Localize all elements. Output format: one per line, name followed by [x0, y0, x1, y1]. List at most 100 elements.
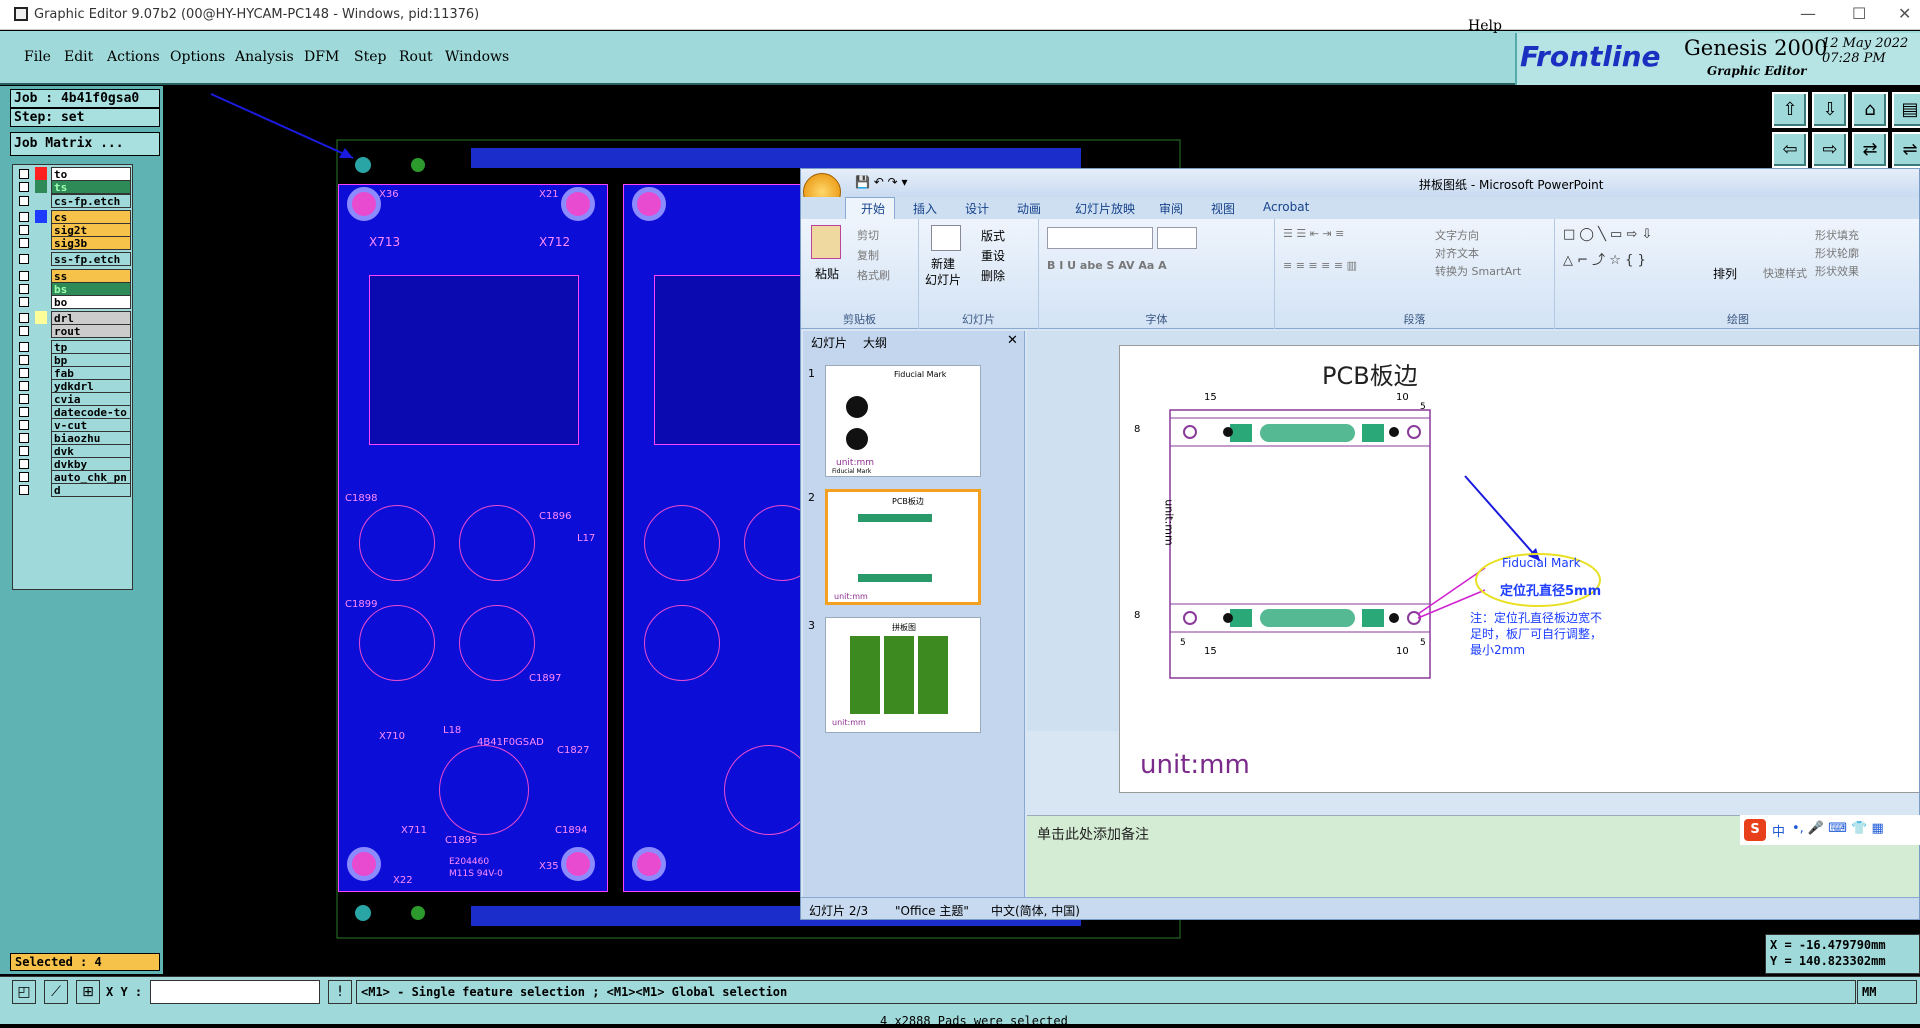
- pcb-panel-left[interactable]: X36 X21 X713 X712 C1898 C1896 C1899 C189…: [338, 184, 608, 892]
- maximize-button[interactable]: ☐: [1852, 4, 1866, 23]
- align-text-button[interactable]: 对齐文本: [1435, 245, 1479, 261]
- shapes-gallery-icon-2[interactable]: △ ⌐ ⤴ ☆ { }: [1563, 249, 1646, 268]
- layer-checkbox[interactable]: [19, 420, 29, 430]
- tab-slideshow[interactable]: 幻灯片放映: [1075, 200, 1135, 217]
- layer-row-datecode-to[interactable]: datecode-to: [15, 405, 133, 419]
- layer-name[interactable]: biaozhu: [51, 431, 131, 445]
- delete-button[interactable]: 删除: [981, 267, 1005, 284]
- layer-color-swatch[interactable]: [35, 223, 47, 236]
- layer-color-swatch[interactable]: [35, 252, 47, 265]
- tab-slides[interactable]: 幻灯片: [811, 334, 847, 351]
- layer-name[interactable]: sig3b: [51, 236, 131, 250]
- menu-step[interactable]: Step: [354, 49, 386, 65]
- reset-button[interactable]: 重设: [981, 247, 1005, 264]
- layer-row-ss-fp-etch[interactable]: ss-fp.etch: [15, 252, 133, 266]
- menu-help[interactable]: Help: [1468, 18, 1502, 34]
- layer-checkbox[interactable]: [19, 284, 29, 294]
- layer-row-rout[interactable]: rout: [15, 324, 133, 338]
- font-size-select[interactable]: [1157, 227, 1197, 249]
- layer-checkbox[interactable]: [19, 212, 29, 222]
- slide-thumb-1[interactable]: Fiducial Mark unit:mm Fiducial Mark: [825, 365, 981, 477]
- layer-row-ts[interactable]: ts: [15, 180, 133, 194]
- layer-row-bs[interactable]: bs: [15, 282, 133, 296]
- grid-tool-icon[interactable]: ⊞: [76, 980, 100, 1004]
- layer-color-swatch[interactable]: [35, 366, 47, 379]
- layer-checkbox[interactable]: [19, 297, 29, 307]
- layer-name[interactable]: fab: [51, 366, 131, 380]
- layer-checkbox[interactable]: [19, 368, 29, 378]
- layer-row-auto-chk-pn[interactable]: auto_chk_pn: [15, 470, 133, 484]
- shapes-gallery-icon[interactable]: □ ◯ ╲ ▭ ⇨ ⇩: [1563, 227, 1652, 242]
- layout-button[interactable]: 版式: [981, 227, 1005, 244]
- slide-thumb-3[interactable]: 拼板图 unit:mm: [825, 617, 981, 733]
- menu-analysis[interactable]: Analysis: [235, 49, 294, 65]
- ime-tools-icon[interactable]: •, 🎤 ⌨ 👕 ▦: [1792, 821, 1884, 836]
- layer-row-dvk[interactable]: dvk: [15, 444, 133, 458]
- layer-row-ydkdrl[interactable]: ydkdrl: [15, 379, 133, 393]
- layer-color-swatch[interactable]: [35, 418, 47, 431]
- layer-row-d[interactable]: d: [15, 483, 133, 497]
- ime-toolbar[interactable]: S 中 •, 🎤 ⌨ 👕 ▦: [1740, 815, 1920, 845]
- sogou-icon[interactable]: S: [1744, 819, 1766, 841]
- tab-view[interactable]: 视图: [1211, 200, 1235, 217]
- format-painter-button[interactable]: 格式刷: [857, 267, 890, 283]
- menu-windows[interactable]: Windows: [445, 49, 509, 65]
- layer-checkbox[interactable]: [19, 254, 29, 264]
- layer-checkbox[interactable]: [19, 182, 29, 192]
- layer-color-swatch[interactable]: [35, 269, 47, 282]
- layer-checkbox[interactable]: [19, 355, 29, 365]
- layer-checkbox[interactable]: [19, 169, 29, 179]
- layer-checkbox[interactable]: [19, 271, 29, 281]
- layer-color-swatch[interactable]: [35, 324, 47, 337]
- close-button[interactable]: ✕: [1898, 4, 1911, 23]
- layer-checkbox[interactable]: [19, 394, 29, 404]
- layer-row-tp[interactable]: tp: [15, 340, 133, 354]
- menu-edit[interactable]: Edit: [64, 49, 93, 65]
- layer-name[interactable]: dvk: [51, 444, 131, 458]
- layer-color-swatch[interactable]: [35, 180, 47, 193]
- menu-dfm[interactable]: DFM: [304, 49, 339, 65]
- info-button[interactable]: !: [328, 980, 352, 1004]
- layer-color-swatch[interactable]: [35, 167, 47, 180]
- layer-row-v-cut[interactable]: v-cut: [15, 418, 133, 432]
- layer-name[interactable]: ts: [51, 180, 131, 194]
- layer-row-fab[interactable]: fab: [15, 366, 133, 380]
- menu-rout[interactable]: Rout: [399, 49, 433, 65]
- paste-button[interactable]: 粘贴: [815, 265, 839, 282]
- tool-left-icon[interactable]: ⇦: [1772, 132, 1808, 168]
- quick-styles-button[interactable]: 快速样式: [1763, 265, 1807, 281]
- minimize-button[interactable]: —: [1800, 4, 1816, 23]
- layer-color-swatch[interactable]: [35, 457, 47, 470]
- shape-fill-button[interactable]: 形状填充: [1815, 227, 1859, 243]
- quick-access-icon[interactable]: 💾 ↶ ↷ ▾: [855, 175, 908, 189]
- layer-color-swatch[interactable]: [35, 194, 47, 207]
- layer-checkbox[interactable]: [19, 326, 29, 336]
- font-style-icons[interactable]: B I U abe S AV Aa A: [1047, 259, 1167, 272]
- smartart-button[interactable]: 转换为 SmartArt: [1435, 263, 1521, 279]
- layer-row-biaozhu[interactable]: biaozhu: [15, 431, 133, 445]
- shape-outline-button[interactable]: 形状轮廓: [1815, 245, 1859, 261]
- job-matrix-button[interactable]: Job Matrix ...: [10, 132, 160, 156]
- powerpoint-window[interactable]: 💾 ↶ ↷ ▾ 拼板图纸 - Microsoft PowerPoint 开始 插…: [800, 168, 1920, 920]
- text-direction-button[interactable]: 文字方向: [1435, 227, 1479, 243]
- tab-review[interactable]: 审阅: [1159, 200, 1183, 217]
- layer-color-swatch[interactable]: [35, 282, 47, 295]
- layer-color-swatch[interactable]: [35, 353, 47, 366]
- tab-insert[interactable]: 插入: [913, 200, 937, 217]
- tab-outline[interactable]: 大纲: [863, 334, 887, 351]
- new-slide-button[interactable]: 新建: [931, 255, 955, 272]
- layer-name[interactable]: bo: [51, 295, 131, 309]
- layer-color-swatch[interactable]: [35, 483, 47, 496]
- layer-name[interactable]: cvia: [51, 392, 131, 406]
- layer-row-cs[interactable]: cs: [15, 210, 133, 224]
- layer-color-swatch[interactable]: [35, 311, 47, 324]
- select-tool-icon[interactable]: ◰: [12, 980, 36, 1004]
- layer-checkbox[interactable]: [19, 459, 29, 469]
- font-name-select[interactable]: [1047, 227, 1153, 249]
- slide-thumb-2[interactable]: PCB板边 unit:mm: [825, 489, 981, 605]
- layer-checkbox[interactable]: [19, 313, 29, 323]
- tool-snap-icon[interactable]: ⇌: [1892, 132, 1920, 168]
- layer-name[interactable]: sig2t: [51, 223, 131, 237]
- list-icons[interactable]: ☰ ☰ ⇤ ⇥ ≡: [1283, 227, 1344, 240]
- layer-checkbox[interactable]: [19, 196, 29, 206]
